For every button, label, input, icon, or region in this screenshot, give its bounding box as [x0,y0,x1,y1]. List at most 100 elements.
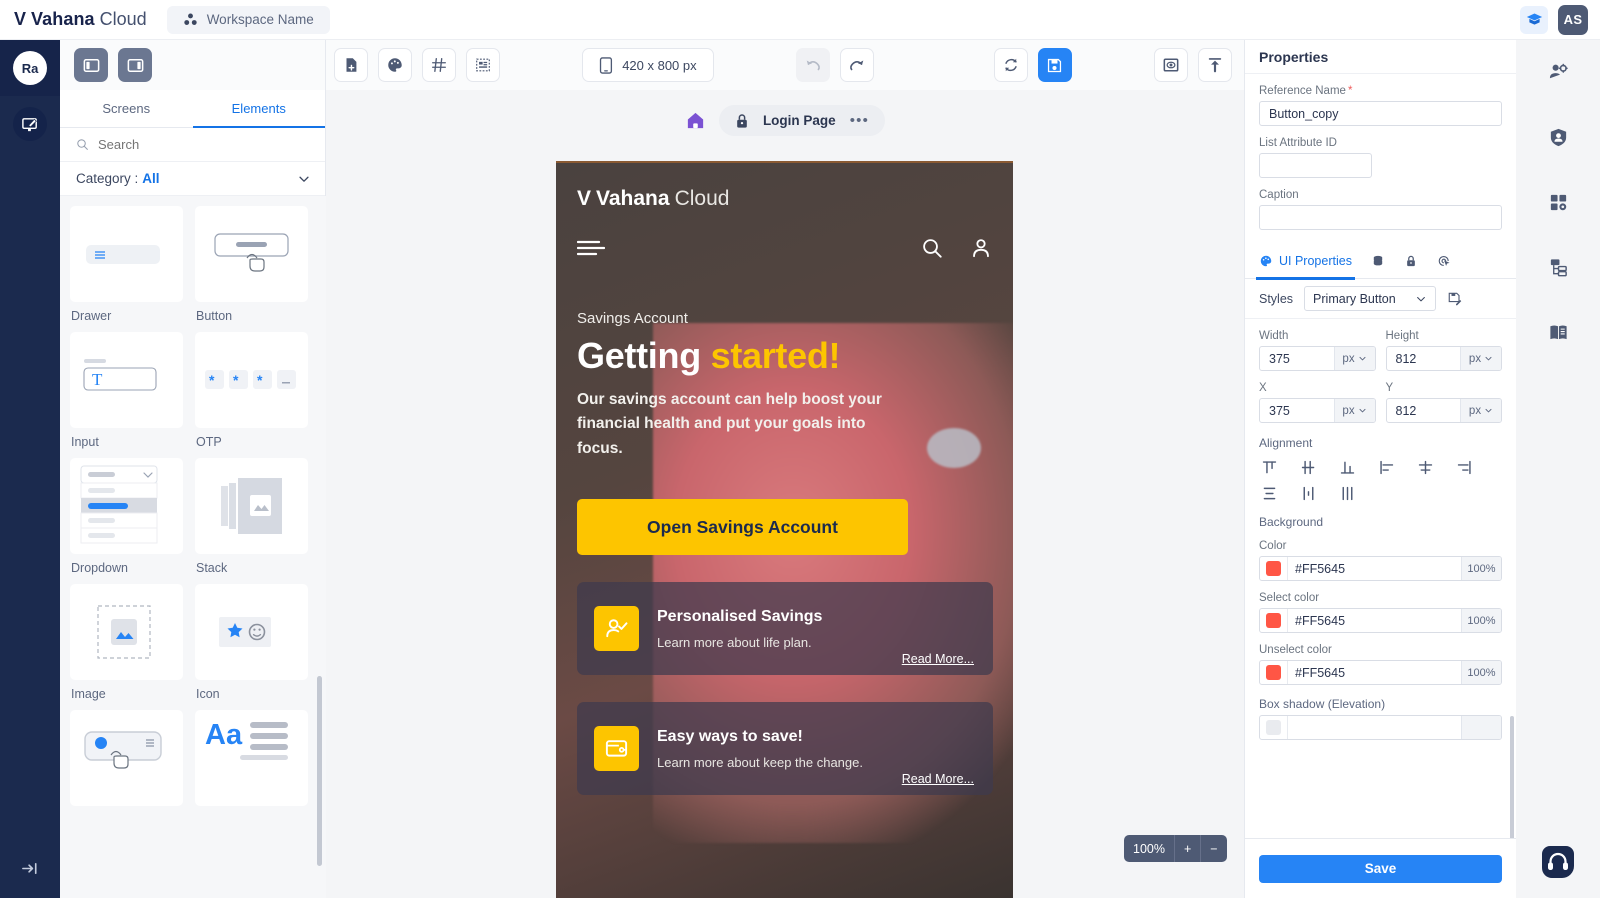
publish-button[interactable] [1198,48,1233,82]
element-card-toggle[interactable] [70,710,183,813]
card-read-more-link[interactable]: Read More... [902,772,974,786]
theme-button[interactable] [378,48,412,82]
tab-security-properties[interactable] [1404,243,1418,279]
user-avatar[interactable]: AS [1558,4,1588,35]
save-button[interactable]: Save [1259,854,1502,883]
x-input[interactable]: 375 px [1259,398,1376,423]
grid-button[interactable] [422,48,456,82]
align-right-icon[interactable] [1456,459,1473,476]
element-card-otp[interactable]: * * * OTP [195,332,308,449]
workspace-selector[interactable]: Workspace Name [166,5,330,34]
save-style-icon[interactable] [1447,291,1462,306]
y-unit[interactable]: px [1460,399,1501,422]
chevron-down-icon [1359,356,1366,361]
page-tab-more-button[interactable]: ••• [850,113,869,128]
page-tab-login[interactable]: Login Page ••• [718,105,886,136]
preview-feature-card[interactable]: Personalised Savings Learn more about li… [577,582,993,676]
tab-data-properties[interactable] [1371,243,1385,279]
add-page-button[interactable] [334,48,368,82]
element-card-input[interactable]: T Input [70,332,183,449]
layout-right-button[interactable] [118,48,152,82]
redo-button[interactable] [839,48,874,82]
search-icon[interactable] [921,237,943,259]
element-card-image[interactable]: Image [70,584,183,701]
category-selector[interactable]: Category : All [60,162,325,196]
brand-name: Vahana [31,9,95,29]
rail-item-design-studio[interactable] [0,96,60,152]
bg-color-field[interactable]: #FF5645 100% [1259,556,1502,581]
user-account-icon[interactable] [970,237,992,259]
distribute-vertical-icon[interactable] [1261,485,1278,502]
caption-input[interactable] [1259,205,1502,230]
device-preview[interactable]: V Vahana Cloud Savings Account Getting s… [556,161,1013,898]
styles-select[interactable]: Primary Button [1304,286,1437,311]
rail-item-user-settings[interactable] [1516,40,1600,105]
height-input[interactable]: 812 px [1385,346,1502,371]
rail-profile[interactable]: Ra [0,40,60,96]
rail-collapse-button[interactable] [0,859,60,878]
tab-elements[interactable]: Elements [192,90,326,128]
card-read-more-link[interactable]: Read More... [902,652,974,666]
select-color-field[interactable]: #FF5645 100% [1259,608,1502,633]
preview-button[interactable] [1154,48,1189,82]
align-middle-v-icon[interactable] [1300,459,1317,476]
rail-item-docs[interactable] [1516,300,1600,365]
select-color-opacity[interactable]: 100% [1461,609,1501,632]
save-canvas-button[interactable] [1037,48,1072,82]
undo-button[interactable] [795,48,830,82]
search-icon [77,139,88,150]
y-input[interactable]: 812 px [1385,398,1502,423]
element-thumb: Aa [195,710,308,806]
collapse-right-icon [21,862,37,875]
home-icon[interactable] [685,110,706,131]
preview-cta-button[interactable]: Open Savings Account [577,499,908,556]
element-card-text[interactable]: Aa [195,710,308,813]
element-card-drawer[interactable]: Drawer [70,206,183,323]
distribute-spacing-icon[interactable] [1339,485,1356,502]
unselect-color-field[interactable]: #FF5645 100% [1259,660,1502,685]
unselect-color-opacity[interactable]: 100% [1461,661,1501,684]
align-top-icon[interactable] [1261,459,1278,476]
support-button[interactable] [1538,842,1578,882]
element-card-button[interactable]: Button [195,206,308,323]
box-shadow-field[interactable] [1259,715,1502,740]
tab-ui-properties[interactable]: UI Properties [1256,243,1355,280]
box-shadow-opacity[interactable] [1461,716,1501,739]
element-card-stack[interactable]: Stack [195,458,308,575]
reference-name-input[interactable]: Button_copy [1259,101,1502,126]
list-attribute-input[interactable] [1259,153,1372,178]
bg-color-swatch[interactable] [1260,557,1287,580]
rail-item-apps[interactable] [1516,170,1600,235]
select-color-swatch[interactable] [1260,609,1287,632]
align-bottom-icon[interactable] [1339,459,1356,476]
search-row[interactable] [60,128,325,162]
preview-feature-card[interactable]: Easy ways to save! Learn more about keep… [577,702,993,796]
tab-screens[interactable]: Screens [60,90,193,127]
width-input[interactable]: 375 px [1259,346,1376,371]
rail-item-hierarchy[interactable] [1516,235,1600,300]
layout-left-button[interactable] [74,48,108,82]
device-size-selector[interactable]: 420 x 800 px [582,48,714,82]
box-shadow-swatch[interactable] [1260,716,1287,739]
height-unit[interactable]: px [1460,347,1501,370]
properties-scrollbar[interactable] [1510,716,1514,838]
refresh-button[interactable] [993,48,1028,82]
tab-interaction-properties[interactable] [1437,243,1451,279]
zoom-in-button[interactable]: + [1173,835,1200,862]
rail-item-security[interactable] [1516,105,1600,170]
element-card-dropdown[interactable]: Dropdown [70,458,183,575]
zoom-out-button[interactable]: − [1200,835,1226,862]
unselect-color-swatch[interactable] [1260,661,1287,684]
hamburger-menu-icon[interactable] [577,238,605,258]
align-center-h-icon[interactable] [1417,459,1434,476]
element-card-icon[interactable]: Icon [195,584,308,701]
search-input[interactable] [98,137,278,152]
align-left-icon[interactable] [1378,459,1395,476]
distribute-horizontal-icon[interactable] [1300,485,1317,502]
bg-color-opacity[interactable]: 100% [1461,557,1501,580]
elements-scrollbar[interactable] [317,676,322,866]
width-unit[interactable]: px [1333,347,1375,370]
select-area-button[interactable] [466,48,500,82]
x-unit[interactable]: px [1333,399,1375,422]
learning-button[interactable] [1520,5,1548,34]
